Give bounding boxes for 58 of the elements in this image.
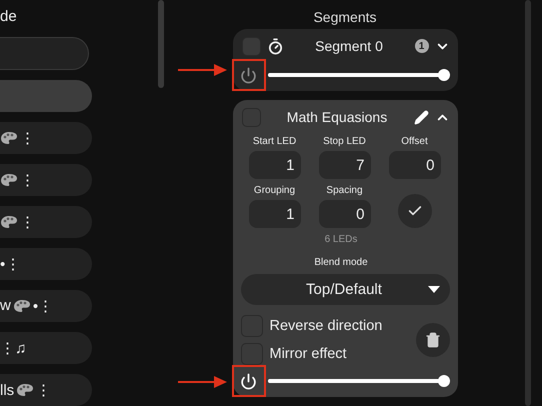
palette-icon [0,172,18,187]
number-input[interactable]: 0 [318,200,370,228]
scrollbar-thumb[interactable] [158,0,164,88]
segment-name: Math Equasions [286,109,388,125]
field-label: Stop LED [323,136,366,147]
option-checkbox[interactable]: Mirror effect [240,343,416,365]
list-item[interactable]: ⋮ [0,122,92,154]
item-text: ⋮ [36,381,52,399]
list-item[interactable]: w •⋮ [0,290,92,322]
caret-icon [428,286,440,293]
power-icon [240,372,257,390]
list-item[interactable]: •⋮ [0,248,92,280]
field-label: Grouping [254,185,296,196]
number-input[interactable]: 0 [388,151,440,179]
number-input[interactable]: 1 [248,200,300,228]
checkbox[interactable] [240,343,262,365]
slider-thumb[interactable] [438,69,450,81]
list-item[interactable]: ⋮♫ [0,332,92,364]
palette-icon [16,383,34,397]
number-input[interactable]: 1 [248,151,300,179]
list-item[interactable]: lls ⋮ [0,374,92,406]
palette-icon [0,130,18,145]
list-item[interactable]: ⋮ [0,164,92,196]
option-checkbox[interactable]: Reverse direction [240,315,416,337]
option-label: Reverse direction [270,318,382,334]
apply-button[interactable] [398,194,432,228]
section-heading: Segments [313,9,377,25]
item-text: w [0,297,11,314]
item-text: lls [0,382,14,398]
item-text: ⋮ [20,128,35,147]
info-badge: 1 [414,39,428,53]
field-label: Spacing [326,185,363,196]
field-label: Start LED [252,136,296,147]
palette-icon [12,298,31,313]
trash-icon [424,332,440,348]
slider-thumb[interactable] [438,375,450,387]
power-icon [240,66,257,84]
panel-heading: de [0,7,18,27]
item-text: ⋮♫ [0,338,26,357]
number-input[interactable]: 7 [318,151,370,179]
palette-icon [0,214,18,229]
pencil-icon[interactable] [414,110,428,124]
item-text: •⋮ [0,254,20,273]
blend-dropdown[interactable]: Top/Default [240,274,450,305]
list-item[interactable]: ⋮ [0,206,92,238]
segment-name: Segment 0 [314,38,384,54]
led-count: 6 LEDs [324,234,358,245]
blend-label: Blend mode [313,257,369,268]
scrollbar-track[interactable] [525,0,531,406]
item-text: ⋮ [20,212,35,231]
timer-icon [266,38,284,54]
option-label: Mirror effect [270,346,347,362]
delete-button[interactable] [416,323,450,357]
power-button[interactable] [232,365,266,397]
item-text: ⋮ [20,170,35,189]
field-label: Offset [401,136,428,147]
search-field[interactable] [0,37,89,70]
item-text: •⋮ [32,296,54,315]
